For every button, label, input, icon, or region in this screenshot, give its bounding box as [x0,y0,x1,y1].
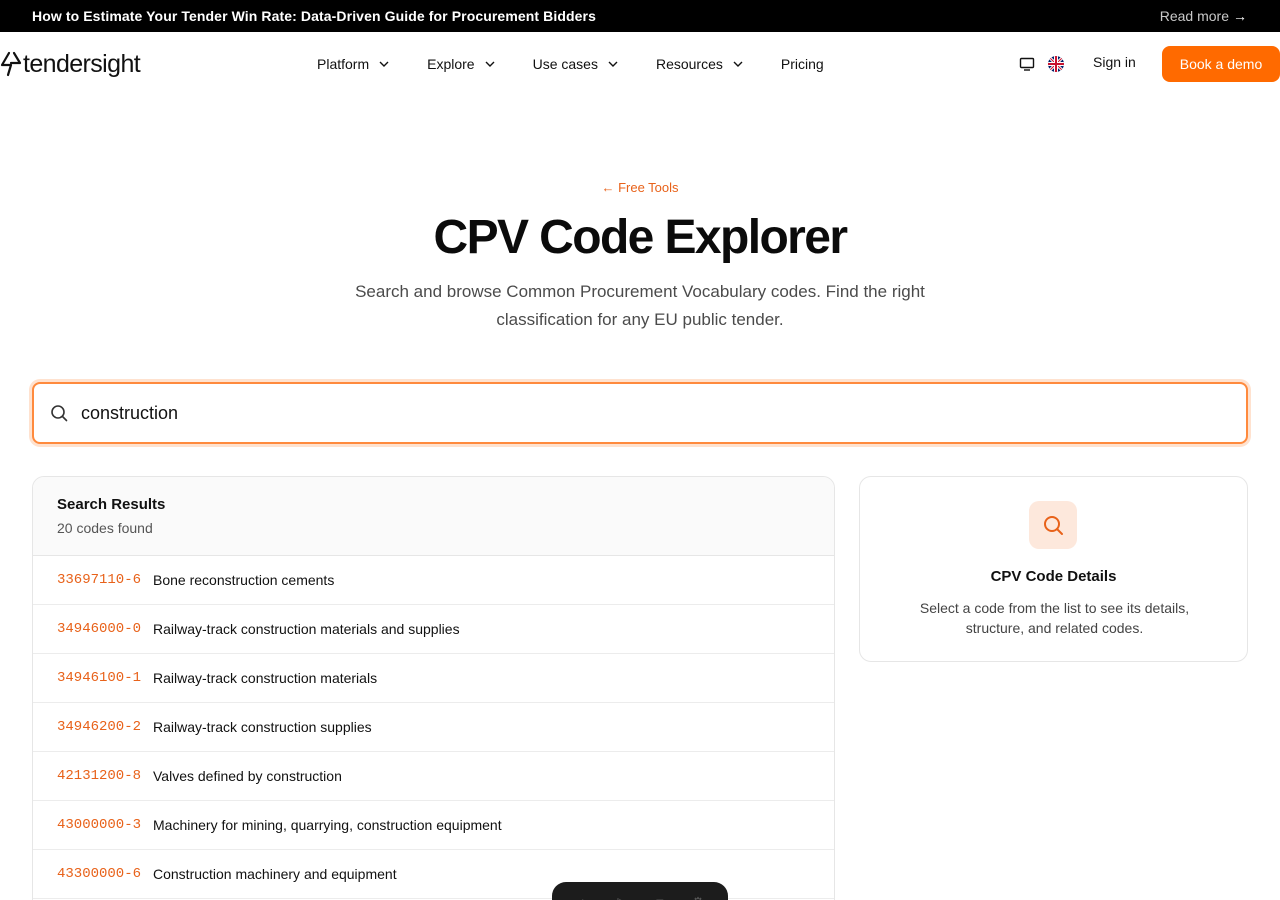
cpv-code: 34946000-0 [57,621,142,637]
code-details-panel: CPV Code Details Select a code from the … [859,476,1248,662]
cpv-description: Construction machinery and equipment [153,866,397,882]
cpv-description: Railway-track construction materials [153,670,378,686]
results-title: Search Results [57,496,166,513]
result-row[interactable]: 34946000-0 Railway-track construction ma… [33,605,834,654]
uk-flag-icon[interactable] [1048,56,1064,72]
details-title: CPV Code Details [990,568,1117,585]
cpv-code: 33697110-6 [57,572,142,588]
search-input[interactable] [81,384,1211,442]
monitor-icon[interactable] [1019,56,1035,72]
chevron-down-icon [485,61,495,67]
toolbar-icon[interactable]: ▷ [617,894,628,900]
cpv-code: 43000000-3 [57,817,142,833]
cpv-description: Railway-track construction materials and… [153,621,460,637]
nav-item-label: Explore [427,56,475,72]
nav-item-platform[interactable]: Platform [317,54,390,74]
results-header: Search Results 20 codes found [33,477,834,556]
cpv-description: Bone reconstruction cements [153,572,335,588]
cpv-code: 42131200-8 [57,768,142,784]
result-row[interactable]: 34946200-2 Railway-track construction su… [33,703,834,752]
cpv-description: Railway-track construction supplies [153,719,372,735]
toolbar-icon[interactable]: ≡ [656,894,664,900]
nav-item-resources[interactable]: Resources [656,54,744,74]
logo[interactable]: tendersight [0,50,141,78]
nav-item-pricing[interactable]: Pricing [781,54,824,74]
main-nav: tendersight Platform Explore Use cases R… [0,32,1280,96]
page-subtitle: Search and browse Common Procurement Voc… [355,282,925,329]
nav-item-explore[interactable]: Explore [427,54,495,74]
book-demo-button[interactable]: Book a demo [1162,46,1280,82]
results-count: 20 codes found [57,520,153,536]
arrow-right-icon: → [1233,8,1247,24]
cpv-code: 43300000-6 [57,866,142,882]
nav-item-use-cases[interactable]: Use cases [533,54,619,74]
nav-item-label: Resources [655,56,723,72]
search-icon [51,405,68,422]
toolbar-icon[interactable]: ▲ [576,894,590,900]
results-panel: Search Results 20 codes found 33697110-6… [32,476,835,900]
cpv-code: 34946200-2 [57,719,142,735]
sign-in-link[interactable]: Sign in [1093,54,1136,70]
result-row[interactable]: 42131200-8 Valves defined by constructio… [33,752,834,801]
free-tools-back-link[interactable]: ← Free Tools [0,180,1280,195]
chevron-down-icon [379,61,389,67]
result-row[interactable]: 34946100-1 Railway-track construction ma… [33,654,834,703]
page-title: CPV Code Explorer [433,211,849,264]
settings-icon[interactable]: ⚙ [692,894,705,900]
nav-menu: Platform Explore Use cases Resources Pri… [317,54,824,74]
chevron-down-icon [608,61,618,67]
nav-item-label: Use cases [532,56,598,72]
details-text: Select a code from the list to see its d… [919,600,1190,636]
nav-item-label: Pricing [780,56,824,72]
search-box [32,382,1248,444]
nav-item-label: Platform [317,56,370,72]
announcement-text[interactable]: How to Estimate Your Tender Win Rate: Da… [32,8,596,24]
search-icon [1044,516,1063,535]
read-more-label: Read more [1159,8,1229,24]
floating-toolbar[interactable]: ▲ ▷ ≡ ⚙ [552,882,728,900]
details-search-icon [1029,501,1077,549]
logo-wordmark: tendersight [23,50,141,78]
chevron-down-icon [733,61,743,67]
announcement-read-more-link[interactable]: Read more → [1160,8,1247,24]
announcement-bar: How to Estimate Your Tender Win Rate: Da… [0,0,1280,32]
cpv-description: Valves defined by construction [153,768,342,784]
cpv-code: 34946100-1 [57,670,142,686]
result-row[interactable]: 33697110-6 Bone reconstruction cements [33,556,834,605]
result-row[interactable]: 43000000-3 Machinery for mining, quarryi… [33,801,834,850]
cpv-description: Machinery for mining, quarrying, constru… [153,817,502,833]
logo-bolt-icon [0,51,22,77]
